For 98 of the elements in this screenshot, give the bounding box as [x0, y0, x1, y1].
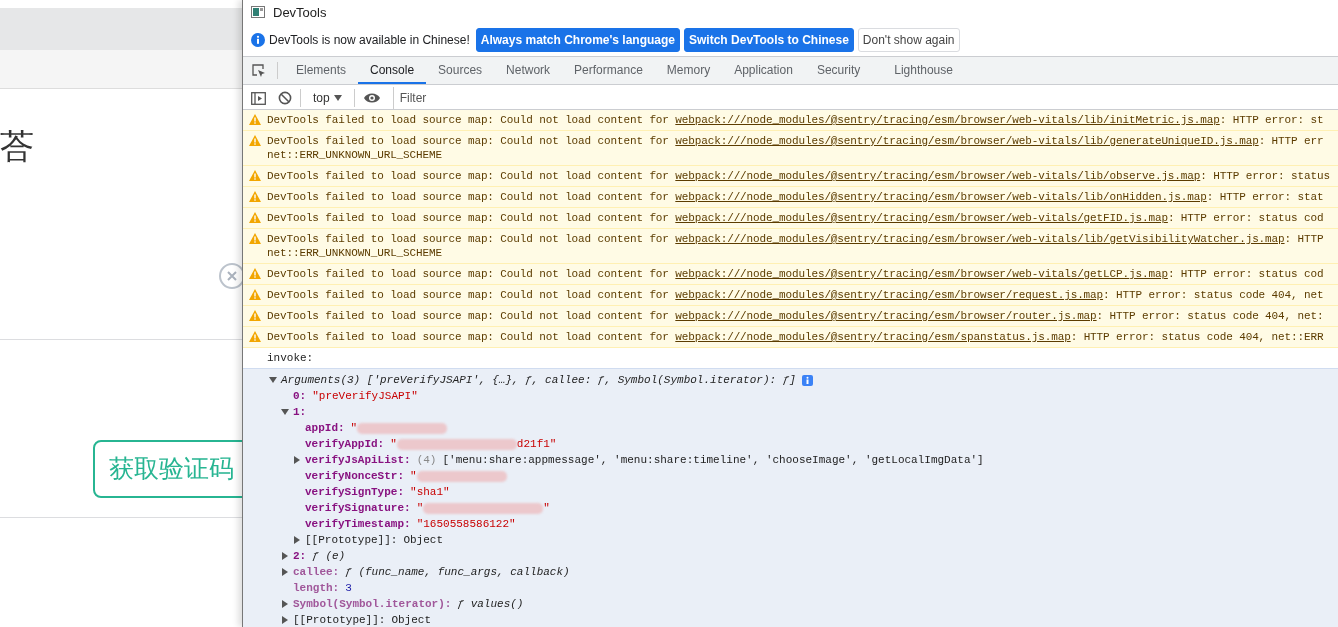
warning-message: DevTools failed to load source map: Could not load content for webpack:///node_modules/@sentry/tracing/esm/browser/web-vitals/lib/generateUniqueID.js.map: HTTP err: [267, 134, 1324, 148]
collapsed-triangle-icon[interactable]: [281, 616, 289, 624]
property-key: [[Prototype]]:: [305, 532, 398, 548]
warning-icon: [249, 233, 261, 244]
warning-icon: [249, 289, 261, 300]
property-key: length:: [293, 580, 340, 596]
property-key: [[Prototype]]:: [293, 612, 386, 627]
property-value: ": [543, 501, 550, 516]
source-map-link[interactable]: webpack:///node_modules/@sentry/tracing/esm/spanstatus.js.map: [675, 331, 1071, 343]
caret-icon: [333, 95, 342, 101]
warning-message: DevTools failed to load source map: Could not load content for webpack:///node_modules/@sentry/tracing/esm/browser/router.js.map: HTTP error: status code 404, net:: [267, 309, 1324, 323]
panel-tab[interactable]: Sources: [426, 57, 495, 84]
warning-message: DevTools failed to load source map: Could not load content for webpack:///node_modules/@sentry/tracing/esm/spanstatus.js.map: HTTP error: status code 404, net::ERR: [267, 330, 1324, 344]
warning-message: DevTools failed to load source map: Could not load content for webpack:///node_modules/@sentry/tracing/esm/browser/web-vitals/lib/observe.js.map: HTTP error: status: [267, 169, 1330, 183]
eye-icon[interactable]: [362, 92, 381, 104]
panel-tab[interactable]: Application: [722, 57, 805, 84]
expanded-triangle-icon[interactable]: [281, 408, 289, 416]
source-map-link[interactable]: webpack:///node_modules/@sentry/tracing/esm/browser/web-vitals/getLCP.js.map: [675, 268, 1168, 280]
property-key: verifySignature:: [305, 500, 411, 516]
collapsed-triangle-icon[interactable]: [281, 600, 289, 608]
sidebar-toggle-icon[interactable]: [251, 91, 266, 105]
property-value: "preVerifyJSAPI": [312, 389, 418, 404]
filter-field[interactable]: Filter: [392, 87, 1338, 109]
infobar-button[interactable]: Always match Chrome's language: [475, 28, 681, 52]
warning-icon: [249, 310, 261, 321]
warning-icon: [249, 268, 261, 279]
property-value: ": [390, 437, 397, 452]
property-value: d21f1": [516, 437, 557, 452]
context-selector[interactable]: top: [309, 91, 346, 105]
source-map-link[interactable]: webpack:///node_modules/@sentry/tracing/esm/browser/request.js.map: [675, 289, 1104, 301]
property-value: 3: [345, 581, 352, 596]
property-value: ƒ values(): [457, 597, 524, 612]
warning-message: DevTools failed to load source map: Could not load content for webpack:///node_modules/@sentry/tracing/esm/browser/web-vitals/getFID.js.map: HTTP error: status cod: [267, 211, 1324, 225]
collapsed-triangle-icon[interactable]: [281, 568, 289, 576]
array-length: (4): [416, 453, 437, 468]
panel-tab[interactable]: Network: [494, 57, 563, 84]
warning-icon: [249, 191, 261, 202]
collapsed-triangle-icon[interactable]: [281, 552, 289, 560]
property-value: ƒ (e): [312, 549, 346, 564]
warning-icon: [249, 114, 261, 125]
property-value: ['menu:share:appmessage', 'menu:share:timeline', 'chooseImage', 'getLocalImgData']: [442, 453, 984, 468]
property-value: Object: [403, 533, 444, 548]
info-icon[interactable]: [801, 374, 813, 386]
property-key: callee:: [293, 564, 340, 580]
warning-message: net::ERR_UNKNOWN_URL_SCHEME: [267, 246, 443, 260]
property-value: ": [410, 469, 417, 484]
property-key: verifyTimestamp:: [305, 516, 411, 532]
page-heading: 荅: [0, 129, 34, 163]
warning-icon: [249, 170, 261, 181]
panel-tab[interactable]: Memory: [654, 57, 723, 84]
arguments-summary: Arguments(3) ['preVerifyJSAPI', {…}, ƒ, callee: ƒ, Symbol(Symbol.iterator): ƒ]: [281, 373, 796, 388]
property-value: "1650558586122": [416, 517, 516, 532]
collapsed-triangle-icon[interactable]: [293, 536, 301, 544]
inspect-element-icon[interactable]: [251, 62, 267, 79]
source-map-link[interactable]: webpack:///node_modules/@sentry/tracing/esm/browser/web-vitals/lib/generateUniqueID.js.map: [675, 135, 1259, 147]
property-key: appId:: [305, 420, 345, 436]
warning-message: DevTools failed to load source map: Could not load content for webpack:///node_modules/@sentry/tracing/esm/browser/web-vitals/getLCP.js.map: HTTP error: status cod: [267, 267, 1324, 281]
infobar-button[interactable]: Switch DevTools to Chinese: [684, 28, 854, 52]
warning-message: DevTools failed to load source map: Could not load content for webpack:///node_modules/@sentry/tracing/esm/browser/web-vitals/lib/initMetric.js.map: HTTP error: st: [267, 113, 1324, 127]
property-key: Symbol(Symbol.iterator):: [293, 596, 452, 612]
property-key: verifyNonceStr:: [305, 468, 405, 484]
infobar-message: DevTools is now available in Chinese!: [269, 33, 470, 47]
app-icon: [251, 6, 265, 18]
source-map-link[interactable]: webpack:///node_modules/@sentry/tracing/esm/browser/router.js.map: [675, 310, 1097, 322]
source-map-link[interactable]: webpack:///node_modules/@sentry/tracing/esm/browser/web-vitals/lib/getVisibilityWatcher.js.map: [675, 233, 1285, 245]
expanded-triangle-icon[interactable]: [269, 376, 277, 384]
clear-console-icon[interactable]: [278, 91, 292, 105]
property-key: 0:: [293, 388, 307, 404]
property-key: verifyJsApiList:: [305, 452, 411, 468]
infobar-button[interactable]: Don't show again: [857, 28, 960, 52]
panel-tab[interactable]: Elements: [284, 57, 359, 84]
property-key: 2:: [293, 548, 307, 564]
panel-tab[interactable]: Performance: [562, 57, 655, 84]
warning-icon: [249, 331, 261, 342]
warning-icon: [249, 135, 261, 146]
warning-message: net::ERR_UNKNOWN_URL_SCHEME: [267, 148, 443, 162]
property-key: 1:: [293, 404, 307, 420]
property-value: ": [350, 421, 358, 436]
source-map-link[interactable]: webpack:///node_modules/@sentry/tracing/esm/browser/web-vitals/lib/onHidden.js.map: [675, 191, 1207, 203]
warning-message: DevTools failed to load source map: Could not load content for webpack:///node_modules/@sentry/tracing/esm/browser/web-vitals/lib/getVisibilityWatcher.js.map: HTTP: [267, 232, 1324, 246]
collapsed-triangle-icon[interactable]: [293, 456, 301, 464]
panel-tab[interactable]: Security: [804, 57, 873, 84]
property-value: Object: [391, 613, 432, 627]
warning-message: DevTools failed to load source map: Could not load content for webpack:///node_modules/@sentry/tracing/esm/browser/web-vitals/lib/onHidden.js.map: HTTP error: stat: [267, 190, 1324, 204]
warning-icon: [249, 212, 261, 223]
property-value: ": [416, 501, 424, 516]
property-value: ƒ (func_name, func_args, callback): [345, 565, 570, 580]
panel-tab[interactable]: Lighthouse: [882, 57, 965, 84]
source-map-link[interactable]: webpack:///node_modules/@sentry/tracing/esm/browser/web-vitals/lib/initMetric.js.map: [675, 114, 1220, 126]
property-key: verifyAppId:: [305, 436, 385, 452]
source-map-link[interactable]: webpack:///node_modules/@sentry/tracing/esm/browser/web-vitals/getFID.js.map: [675, 212, 1168, 224]
panel-tab[interactable]: Console: [358, 57, 427, 84]
info-icon: [251, 33, 265, 47]
property-value: "sha1": [410, 485, 450, 500]
source-map-link[interactable]: webpack:///node_modules/@sentry/tracing/esm/browser/web-vitals/lib/observe.js.map: [675, 170, 1201, 182]
window-title: DevTools: [273, 4, 327, 20]
property-key: verifySignType:: [305, 484, 405, 500]
warning-message: DevTools failed to load source map: Could not load content for webpack:///node_modules/@sentry/tracing/esm/browser/request.js.map: HTTP error: status code 404, net: [267, 288, 1324, 302]
